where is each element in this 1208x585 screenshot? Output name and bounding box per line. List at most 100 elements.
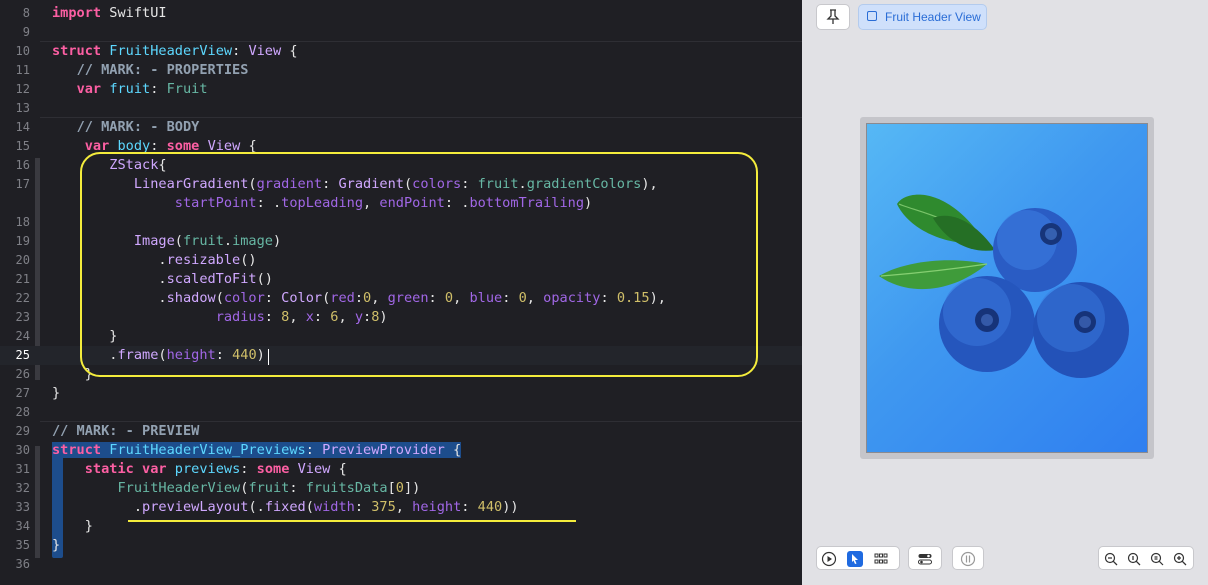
line-number: 29 (15, 424, 30, 438)
code-line[interactable]: 11 // MARK: - PROPERTIES (0, 61, 802, 80)
section-divider (40, 117, 802, 118)
code-line[interactable]: 32 FruitHeaderView(fruit: fruitsData[0]) (0, 479, 802, 498)
code-line[interactable]: 23 radius: 8, x: 6, y:8) (0, 308, 802, 327)
code-text: } (52, 365, 93, 384)
code-line[interactable]: 22 .shadow(color: Color(red:0, green: 0,… (0, 289, 802, 308)
code-token: . (223, 233, 233, 249)
code-token: . (52, 271, 167, 287)
code-text: LinearGradient(gradient: Gradient(colors… (52, 175, 658, 194)
code-token: : (322, 176, 339, 192)
grid-icon[interactable] (873, 551, 889, 567)
code-token: startPoint (174, 195, 257, 211)
code-token: struct (52, 43, 102, 59)
code-token: View (248, 43, 282, 59)
code-line[interactable]: 17 LinearGradient(gradient: Gradient(col… (0, 175, 802, 194)
code-line[interactable]: 13 (0, 99, 802, 118)
code-token: static (84, 461, 134, 477)
code-token: : (305, 442, 323, 458)
code-token: () (240, 252, 257, 268)
code-token: Image (133, 233, 175, 249)
line-number: 20 (15, 253, 30, 267)
device-settings-button[interactable] (908, 546, 942, 570)
line-number: 19 (15, 234, 30, 248)
line-number: 9 (22, 25, 30, 39)
code-token: Color (281, 290, 323, 306)
zoom-fit-icon[interactable] (1126, 551, 1142, 567)
line-number: 34 (15, 519, 30, 533)
code-line[interactable]: 21 .scaledToFit() (0, 270, 802, 289)
zoom-out-icon[interactable] (1103, 551, 1119, 567)
code-line[interactable]: 16 ZStack{ (0, 156, 802, 175)
code-token: opacity (543, 290, 601, 306)
code-line[interactable]: 19 Image(fruit.image) (0, 232, 802, 251)
view-icon (867, 11, 877, 21)
tab-fruit-header-view[interactable]: Fruit Header View (858, 4, 987, 30)
code-token: : (150, 138, 167, 154)
code-line[interactable]: 20 .resizable() (0, 251, 802, 270)
code-line[interactable]: 36 (0, 555, 802, 574)
code-token: . (52, 347, 118, 363)
code-text: } (52, 517, 93, 536)
code-line[interactable]: 27} (0, 384, 802, 403)
code-line[interactable]: 25 .frame(height: 440) (0, 346, 802, 365)
line-number: 11 (15, 63, 30, 77)
cursor-select-icon[interactable] (847, 551, 863, 567)
code-token: 0 (395, 480, 404, 496)
code-token: : (215, 347, 233, 363)
blueberries-image (879, 194, 1129, 378)
code-line[interactable]: 31 static var previews: some View { (0, 460, 802, 479)
code-line[interactable]: 14 // MARK: - BODY (0, 118, 802, 137)
section-divider (40, 421, 802, 422)
pin-button[interactable] (816, 4, 850, 30)
play-icon[interactable] (821, 551, 837, 567)
inspect-button[interactable] (952, 546, 984, 570)
code-line[interactable]: 8 import SwiftUI (0, 4, 802, 23)
code-token: () (256, 271, 273, 287)
zoom-in-icon[interactable] (1172, 551, 1188, 567)
code-line[interactable]: 10 struct FruitHeaderView: View { (0, 42, 802, 61)
code-token: x (305, 309, 314, 325)
code-line[interactable]: startPoint: .topLeading, endPoint: .bott… (0, 194, 802, 213)
preview-mode-controls (816, 546, 900, 570)
annotation-underline (128, 520, 576, 522)
code-text: struct FruitHeaderView: View { (52, 42, 298, 61)
code-token: : . (444, 195, 470, 211)
code-token: gradient (256, 176, 323, 192)
code-line[interactable]: 26 } (0, 365, 802, 384)
code-text: .frame(height: 440) (52, 346, 265, 365)
code-token: y (354, 309, 364, 325)
code-token: var (142, 461, 167, 477)
code-token: ]) (403, 480, 421, 496)
code-token: : (240, 461, 257, 477)
code-line[interactable]: 18 (0, 213, 802, 232)
code-line[interactable]: 33 .previewLayout(.fixed(width: 375, hei… (0, 498, 802, 517)
code-line[interactable]: 28 (0, 403, 802, 422)
code-token: . (518, 176, 527, 192)
code-line[interactable]: 29 // MARK: - PREVIEW (0, 422, 802, 441)
code-token: ) (584, 195, 593, 211)
preview-image[interactable] (866, 123, 1148, 453)
code-line[interactable]: 24 } (0, 327, 802, 346)
zoom-actual-icon[interactable] (1149, 551, 1165, 567)
code-line[interactable]: 15 var body: some View { (0, 137, 802, 156)
code-line[interactable]: 30 struct FruitHeaderView_Previews: Previ… (0, 441, 802, 460)
line-number: 18 (15, 215, 30, 229)
code-token: : . (256, 195, 282, 211)
line-number: 13 (15, 101, 30, 115)
code-line[interactable]: 12 var fruit: Fruit (0, 80, 802, 99)
code-token: var (76, 81, 102, 97)
code-line[interactable]: 9 (0, 23, 802, 42)
code-token: shadow (166, 290, 216, 306)
code-editor[interactable]: 8 import SwiftUI 9 10 struct FruitHeaderView… (0, 0, 802, 585)
code-line[interactable]: 35} (0, 536, 802, 555)
code-token: scaledToFit (166, 271, 257, 287)
code-token: (. (248, 499, 265, 515)
code-token: image (232, 233, 273, 249)
code-token: height (412, 499, 462, 515)
inspect-icon (960, 551, 976, 567)
